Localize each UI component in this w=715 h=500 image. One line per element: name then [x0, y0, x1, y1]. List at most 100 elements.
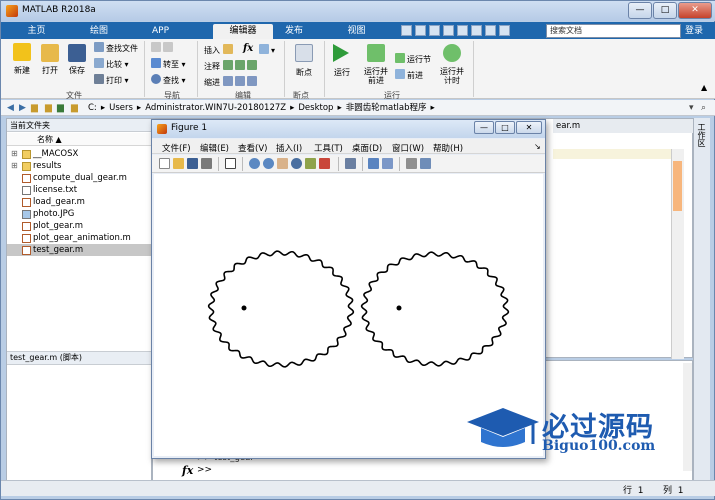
data-cursor-icon[interactable] — [305, 158, 316, 169]
path-segment[interactable]: Administrator.WIN7U-20180127Z — [145, 103, 286, 113]
path-separator[interactable]: ▸ — [137, 103, 141, 113]
paste-icon[interactable] — [443, 25, 454, 36]
path-separator[interactable]: ▸ — [101, 103, 105, 113]
pan-hand-icon[interactable] — [277, 158, 288, 169]
run-section-button[interactable]: 运行节 — [395, 53, 431, 65]
path-dropdown-icon[interactable]: ▾ — [689, 103, 694, 113]
collapse-ribbon-button[interactable]: ▲ — [701, 83, 707, 92]
list-item[interactable]: license.txt — [7, 184, 151, 196]
show-plot-tools-icon[interactable] — [420, 158, 431, 169]
figure-maximize-button[interactable]: □ — [495, 121, 515, 134]
legend-icon[interactable] — [382, 158, 393, 169]
save-icon[interactable] — [401, 25, 412, 36]
redo-icon[interactable] — [471, 25, 482, 36]
menu-file[interactable]: 文件(F) — [162, 142, 191, 154]
name-column-header[interactable]: 名称 ▲ — [7, 133, 151, 146]
brush-icon[interactable] — [319, 158, 330, 169]
path-separator[interactable]: ▸ — [431, 103, 435, 113]
find-files-button[interactable]: 查找文件 — [94, 42, 138, 54]
save-figure-icon[interactable] — [187, 158, 198, 169]
pointer-icon[interactable] — [225, 158, 236, 169]
run-button[interactable]: 运行 — [327, 67, 357, 78]
workspace-label[interactable]: 工作区 — [696, 123, 706, 147]
menu-insert[interactable]: 插入(I) — [276, 142, 302, 154]
list-item[interactable]: ⊞ results — [7, 160, 151, 172]
figure-close-button[interactable]: ✕ — [516, 121, 542, 134]
up-folder-icon[interactable]: ▆ — [31, 103, 38, 113]
cut-icon[interactable] — [415, 25, 426, 36]
fx-button[interactable]: fx — [243, 43, 253, 54]
compare-button[interactable]: 比较 ▾ — [94, 58, 129, 70]
rotate-3d-icon[interactable] — [291, 158, 302, 169]
current-folder-path[interactable]: C: ▸ Users ▸ Administrator.WIN7U-20180127Z ▸ D… — [88, 102, 439, 114]
goto-button[interactable]: 转至 ▾ — [151, 58, 186, 70]
command-prompt[interactable]: >> — [197, 465, 212, 475]
function-browser-icon[interactable]: fx — [182, 464, 193, 477]
search-documentation-input[interactable]: 搜索文档 — [546, 24, 681, 38]
comment-button[interactable]: 注释 — [204, 60, 259, 72]
indent-button[interactable]: 缩进 — [204, 76, 259, 88]
list-item-selected[interactable]: test_gear.m — [7, 244, 151, 256]
list-item[interactable]: ⊞ __MACOSX — [7, 148, 151, 160]
expand-icon[interactable]: ⊞ — [11, 148, 18, 160]
find-button[interactable]: 查找 ▾ — [151, 74, 186, 86]
list-item[interactable]: plot_gear_animation.m — [7, 232, 151, 244]
login-link[interactable]: 登录 — [685, 24, 703, 38]
tab-editor[interactable]: 编辑器 — [213, 24, 273, 39]
menu-desktop[interactable]: 桌面(D) — [352, 142, 382, 154]
close-button[interactable]: ✕ — [678, 2, 712, 19]
switch-windows-icon[interactable] — [485, 25, 496, 36]
print-button[interactable]: 打印 ▾ — [94, 74, 129, 86]
run-and-time-button[interactable]: 运行并 计时 — [435, 67, 469, 85]
maximize-button[interactable]: □ — [653, 2, 677, 19]
undo-icon[interactable] — [457, 25, 468, 36]
breakpoints-button[interactable]: 断点 — [287, 67, 321, 78]
list-item[interactable]: load_gear.m — [7, 196, 151, 208]
figure-minimize-button[interactable]: — — [474, 121, 494, 134]
insert-more-button[interactable]: ▾ — [259, 44, 275, 55]
insert-button[interactable]: 插入 — [204, 44, 235, 56]
tab-view[interactable]: 视图 — [329, 24, 384, 39]
path-separator[interactable]: ▸ — [337, 103, 341, 113]
save-button[interactable]: 保存 — [63, 65, 91, 76]
link-plot-icon[interactable] — [345, 158, 356, 169]
zoom-out-icon[interactable] — [263, 158, 274, 169]
path-separator[interactable]: ▸ — [290, 103, 294, 113]
help-icon[interactable] — [499, 25, 510, 36]
minimize-button[interactable]: — — [628, 2, 652, 19]
zoom-in-icon[interactable] — [249, 158, 260, 169]
tab-apps[interactable]: APP — [129, 24, 192, 39]
copy-icon[interactable] — [429, 25, 440, 36]
new-figure-icon[interactable] — [159, 158, 170, 169]
nav-back-forward[interactable] — [151, 42, 175, 53]
editor-scroll-thumb[interactable] — [673, 161, 682, 211]
tab-publish[interactable]: 发布 — [269, 24, 319, 39]
expand-icon[interactable]: ⊞ — [11, 160, 18, 172]
list-item[interactable]: compute_dual_gear.m — [7, 172, 151, 184]
new-button[interactable]: 新建 — [6, 65, 38, 76]
forward-arrow-icon[interactable]: ▶ — [19, 103, 26, 113]
menu-edit[interactable]: 编辑(E) — [200, 142, 229, 154]
menu-tools[interactable]: 工具(T) — [314, 142, 343, 154]
list-item[interactable]: plot_gear.m — [7, 220, 151, 232]
open-file-icon[interactable] — [173, 158, 184, 169]
print-figure-icon[interactable] — [201, 158, 212, 169]
run-advance-button[interactable]: 运行并 前进 — [359, 67, 393, 85]
search-path-icon[interactable]: ⌕ — [701, 103, 706, 113]
dock-arrow-icon[interactable]: ↘ — [534, 142, 541, 151]
open-button[interactable]: 打开 — [35, 65, 65, 76]
path-segment[interactable]: C: — [88, 103, 97, 113]
menu-view[interactable]: 查看(V) — [238, 142, 267, 154]
tab-home[interactable]: 主页 — [4, 24, 69, 39]
browse-folder-icon[interactable]: ▆ — [57, 103, 64, 113]
colorbar-icon[interactable] — [368, 158, 379, 169]
folder-icon[interactable]: ▆ — [45, 103, 52, 113]
editor-file-tab[interactable]: ear.m — [553, 119, 693, 133]
path-segment[interactable]: 非圆齿轮matlab程序 — [346, 103, 427, 113]
menu-window[interactable]: 窗口(W) — [392, 142, 424, 154]
path-segment[interactable]: Desktop — [298, 103, 333, 113]
path-segment[interactable]: Users — [109, 103, 133, 113]
menu-help[interactable]: 帮助(H) — [433, 142, 463, 154]
list-item[interactable]: photo.JPG — [7, 208, 151, 220]
advance-button[interactable]: 前进 — [395, 69, 423, 81]
